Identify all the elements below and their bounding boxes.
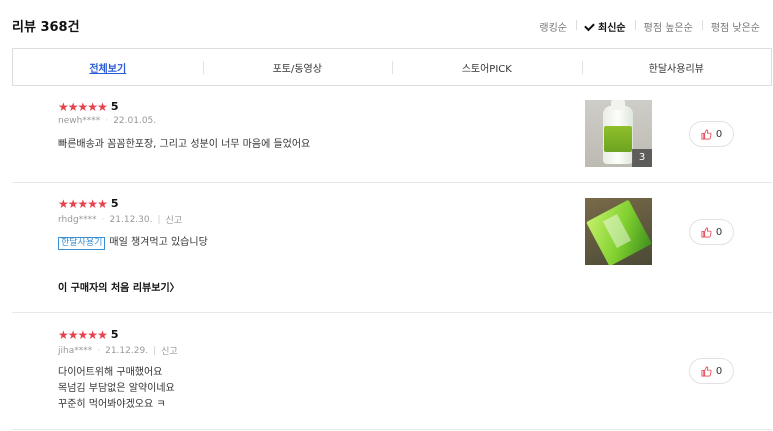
tab-store-pick[interactable]: 스토어PICK xyxy=(392,60,582,75)
sort-latest-label: 최신순 xyxy=(598,23,626,34)
review-item: ★ ★ ★ ★ ★ 5 newh**** · 22.01.05. 빠른배송과 꼼꼼한포장… xyxy=(12,87,772,183)
thumbs-up-icon xyxy=(701,129,712,139)
review-date: 21.12.29. xyxy=(105,345,149,356)
tab-photo-video[interactable]: 포토/동영상 xyxy=(202,60,393,75)
review-meta: rhdg**** · 21.12.30. | 신고 xyxy=(58,213,183,227)
rating-score: 5 xyxy=(110,197,119,210)
review-item: ★ ★ ★ ★ ★ 5 jiha**** · 21.12.29. | 신고 다이어트위해… xyxy=(12,314,772,430)
review-date: 21.12.30. xyxy=(109,214,153,225)
review-text: 빠른배송과 꼼꼼한포장, 그리고 성분이 너무 마음에 들었어요 xyxy=(58,137,310,153)
sort-latest[interactable]: 최신순 xyxy=(576,19,635,34)
review-text: 한달사용기 매일 챙겨먹고 있습니당 xyxy=(58,235,208,251)
review-line: 다이어트위해 구매했어요 xyxy=(58,367,163,378)
review-meta: newh**** · 22.01.05. xyxy=(58,116,156,126)
sort-ranking[interactable]: 랭킹순 xyxy=(530,19,576,34)
star-icon: ★ xyxy=(87,327,98,342)
review-photo[interactable]: 3 xyxy=(585,100,652,167)
review-item: ★ ★ ★ ★ ★ 5 rhdg**** · 21.12.30. | 신고 한달사용기 매… xyxy=(12,184,772,313)
star-icon: ★ xyxy=(97,99,108,114)
tab-all[interactable]: 전체보기 xyxy=(13,60,203,75)
star-icon: ★ xyxy=(77,327,89,342)
check-icon xyxy=(584,20,595,32)
review-date: 22.01.05. xyxy=(113,116,157,126)
reviews-header: 리뷰 368건 랭킹순 최신순 평점 높은순 평점 낮은순 xyxy=(0,0,773,48)
star-icon: ★ xyxy=(87,196,98,211)
photo-count-badge: 3 xyxy=(632,149,652,167)
like-button[interactable]: 0 xyxy=(689,219,734,245)
star-icon: ★ xyxy=(67,327,79,342)
like-button[interactable]: 0 xyxy=(689,121,734,147)
thumbs-up-icon xyxy=(701,227,712,237)
review-meta: jiha**** · 21.12.29. | 신고 xyxy=(58,344,178,358)
review-line: 꾸준히 먹어봐야겠오요 ㅋ xyxy=(58,399,166,410)
review-line: 빠른배송과 꼼꼼한포장, 그리고 성분이 너무 마음에 들었어요 xyxy=(58,139,311,150)
star-rating: ★ ★ ★ ★ ★ 5 xyxy=(58,100,118,113)
star-icon: ★ xyxy=(58,327,69,342)
report-link[interactable]: 신고 xyxy=(166,213,183,226)
sort-rating-high[interactable]: 평점 높은순 xyxy=(634,19,702,34)
like-count: 0 xyxy=(715,365,723,377)
first-review-link[interactable]: 이 구매자의 처음 리뷰보기〉 xyxy=(58,279,180,294)
star-icon: ★ xyxy=(97,196,108,211)
star-rating: ★ ★ ★ ★ ★ 5 xyxy=(58,197,118,210)
star-icon: ★ xyxy=(77,99,89,114)
meta-separator: · xyxy=(97,345,101,356)
reviewer-id: rhdg**** xyxy=(58,214,97,225)
review-line: 목넘김 부담없은 알약이네요 xyxy=(58,383,175,394)
rating-score: 5 xyxy=(110,328,119,341)
star-icon: ★ xyxy=(77,196,89,211)
review-tabs: 전체보기 포토/동영상 스토어PICK 한달사용리뷰 xyxy=(12,48,772,86)
reviewer-id: jiha**** xyxy=(58,345,93,356)
star-icon: ★ xyxy=(58,99,69,114)
chevron-right-icon: 〉 xyxy=(169,283,180,294)
meta-separator: | xyxy=(153,345,157,356)
report-link[interactable]: 신고 xyxy=(161,344,178,357)
month-review-badge: 한달사용기 xyxy=(58,237,106,250)
sort-rating-low[interactable]: 평점 낮은순 xyxy=(701,19,769,34)
reviewer-id: newh**** xyxy=(58,116,101,126)
meta-separator: | xyxy=(157,214,161,225)
first-review-label: 이 구매자의 처음 리뷰보기 xyxy=(58,283,170,294)
meta-separator: · xyxy=(105,116,109,126)
page-title: 리뷰 368건 xyxy=(12,20,80,35)
like-count: 0 xyxy=(715,226,723,238)
meta-separator: · xyxy=(101,214,105,225)
sort-options: 랭킹순 최신순 평점 높은순 평점 낮은순 xyxy=(530,19,769,34)
star-icon: ★ xyxy=(97,327,108,342)
like-button[interactable]: 0 xyxy=(689,358,734,384)
tab-month-review[interactable]: 한달사용리뷰 xyxy=(581,60,772,75)
rating-score: 5 xyxy=(110,100,119,113)
star-icon: ★ xyxy=(67,196,79,211)
review-photo[interactable] xyxy=(585,198,652,265)
star-icon: ★ xyxy=(58,196,69,211)
star-icon: ★ xyxy=(67,99,79,114)
thumbs-up-icon xyxy=(701,366,712,376)
bottle-label-graphic xyxy=(604,126,632,152)
review-text: 다이어트위해 구매했어요 목넘김 부담없은 알약이네요 꾸준히 먹어봐야겠오요 … xyxy=(58,365,175,413)
star-icon: ★ xyxy=(87,99,98,114)
star-rating: ★ ★ ★ ★ ★ 5 xyxy=(58,328,118,341)
review-line: 매일 챙겨먹고 있습니당 xyxy=(109,237,208,248)
like-count: 0 xyxy=(715,128,723,140)
bottle-cap-graphic xyxy=(611,100,625,110)
